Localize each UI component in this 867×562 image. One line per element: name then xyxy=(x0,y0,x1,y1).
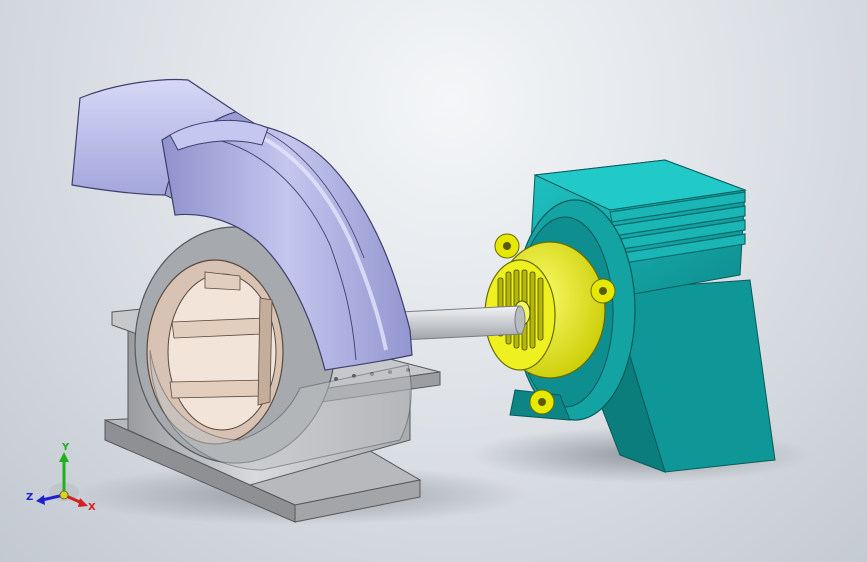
y-axis-label: Y xyxy=(61,442,70,453)
x-axis-label: X xyxy=(88,502,96,513)
graphics-viewport[interactable]: Y X Z xyxy=(0,0,867,562)
3d-model-scene[interactable] xyxy=(0,0,867,562)
axis-triad: Y X Z xyxy=(26,442,96,513)
z-axis-label: Z xyxy=(26,492,33,503)
shaft[interactable] xyxy=(399,305,526,341)
triad-origin xyxy=(59,490,69,500)
